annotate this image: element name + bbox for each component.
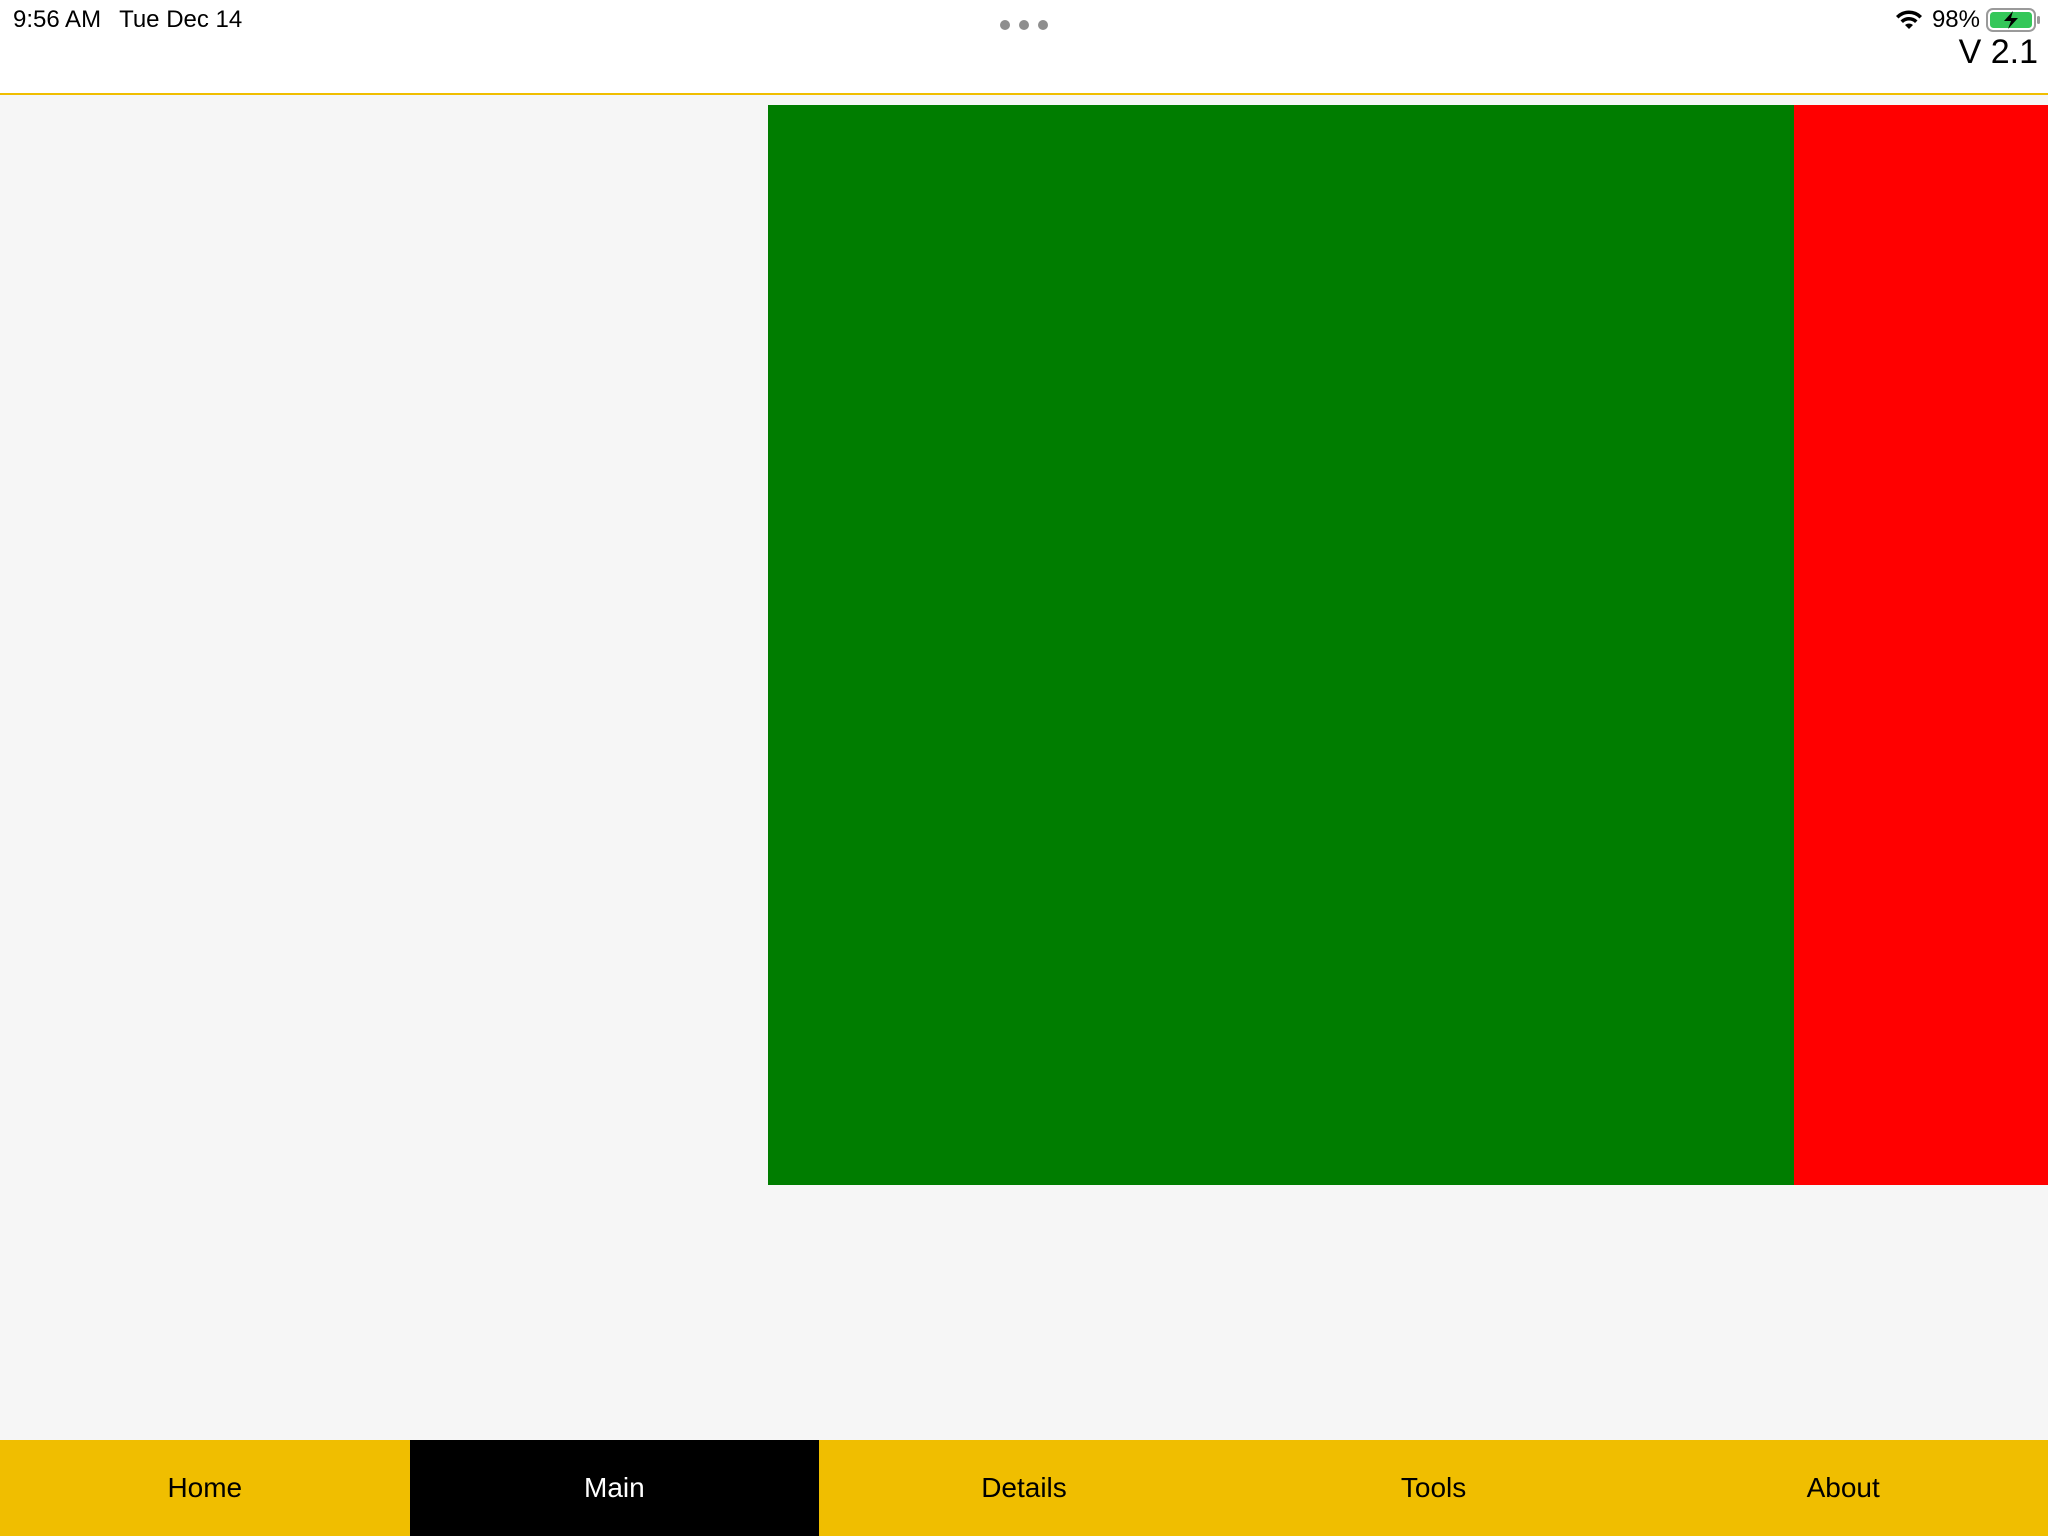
- tab-label: Tools: [1400, 1472, 1467, 1503]
- tab-home[interactable]: Home: [0, 1440, 410, 1536]
- app-version: V 2.1: [1958, 33, 2038, 71]
- dot-icon: [1038, 20, 1048, 30]
- status-time: 9:56 AM: [13, 6, 102, 33]
- dot-icon: [1019, 20, 1029, 30]
- dot-icon: [1000, 20, 1010, 30]
- red-panel: [1794, 105, 2048, 1185]
- tab-label: Details: [981, 1472, 1067, 1503]
- status-clock: 9:56 AM Tue Dec 14: [13, 6, 242, 34]
- app-screen: 9:56 AM Tue Dec 14 98% V 2.1 Home Main D…: [0, 0, 2048, 1536]
- multitasking-menu-icon[interactable]: [1000, 19, 1048, 31]
- tab-tools[interactable]: Tools: [1229, 1440, 1639, 1536]
- bottom-tab-bar: Home Main Details Tools About: [0, 1440, 2048, 1536]
- green-panel: [768, 105, 1794, 1185]
- tab-about[interactable]: About: [1638, 1440, 2048, 1536]
- tab-details[interactable]: Details: [819, 1440, 1229, 1536]
- battery-percentage: 98%: [1931, 6, 1980, 33]
- tab-label: Home: [167, 1472, 243, 1503]
- tab-main[interactable]: Main: [409, 1440, 820, 1536]
- wifi-icon: [1895, 10, 1922, 29]
- tab-label: About: [1806, 1472, 1880, 1503]
- status-indicators: 98%: [1894, 5, 2042, 35]
- battery-charging-icon: [1986, 8, 2040, 32]
- tab-label: Main: [584, 1472, 645, 1503]
- status-date: Tue Dec 14: [119, 6, 243, 33]
- header-bar: 9:56 AM Tue Dec 14 98% V 2.1: [0, 0, 2048, 95]
